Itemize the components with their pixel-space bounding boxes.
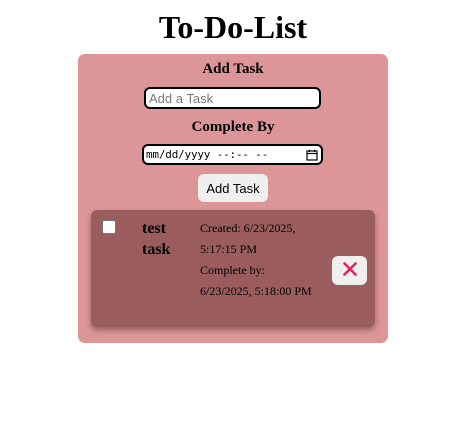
close-icon — [342, 262, 357, 279]
complete-by-datetime-input[interactable]: mm/dd/yyyy --:-- -- — [142, 144, 323, 165]
task-complete-by-date: Complete by: 6/23/2025, 5:18:00 PM — [200, 263, 312, 298]
calendar-icon[interactable] — [306, 149, 318, 161]
complete-by-label: Complete By — [191, 119, 275, 135]
delete-task-button[interactable] — [332, 256, 367, 285]
todo-panel: Add Task Complete By mm/dd/yyyy --:-- --… — [78, 54, 388, 343]
datetime-placeholder: mm/dd/yyyy --:-- -- — [146, 148, 269, 161]
task-complete-checkbox[interactable] — [102, 220, 116, 234]
add-task-label: Add Task — [202, 61, 264, 77]
task-input[interactable] — [144, 87, 321, 109]
task-created-date: Created: 6/23/2025, 5:17:15 PM — [200, 221, 296, 256]
task-meta: Created: 6/23/2025, 5:17:15 PM Complete … — [200, 218, 312, 302]
task-name: test task — [142, 220, 171, 258]
page-title: To-Do-List — [158, 9, 308, 45]
task-item: test task Created: 6/23/2025, 5:17:15 PM… — [91, 210, 375, 327]
add-task-button[interactable]: Add Task — [198, 174, 268, 202]
